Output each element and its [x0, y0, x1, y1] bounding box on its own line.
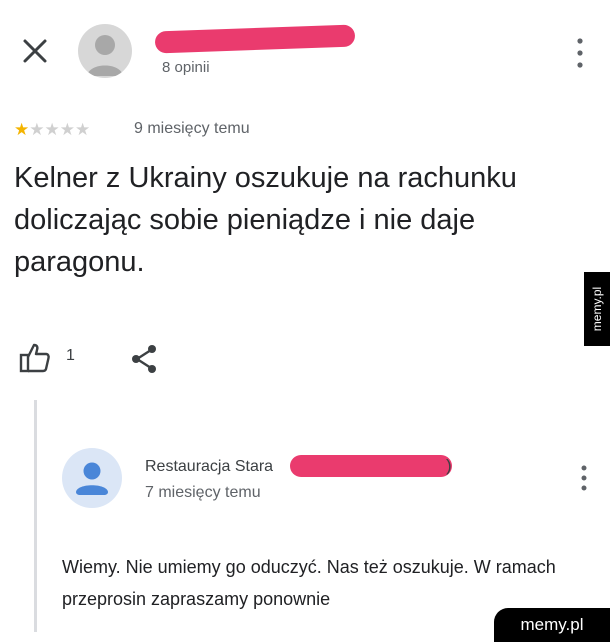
watermark-side-text: memy.pl: [590, 286, 605, 332]
star-empty-icon: ★: [75, 120, 91, 139]
share-button[interactable]: [128, 342, 160, 376]
watermark-side: memy.pl: [584, 272, 610, 346]
redacted-owner-name: [290, 455, 452, 477]
more-vert-icon: [577, 38, 583, 68]
avatar-icon: [76, 462, 108, 495]
owner-name-suffix: ): [446, 456, 452, 475]
close-button[interactable]: [18, 34, 52, 68]
star-filled-icon: ★: [14, 120, 30, 139]
reviewer-avatar[interactable]: [78, 24, 132, 78]
star-empty-icon: ★: [29, 120, 45, 139]
more-options-button[interactable]: [568, 33, 592, 73]
owner-reply-text: Wiemy. Nie umiemy go oduczyć. Nas też os…: [62, 557, 556, 609]
review-text: Kelner z Ukrainy oszukuje na rachunku do…: [14, 162, 517, 278]
avatar-icon: [87, 35, 123, 76]
owner-name: Restauracja Stara: [145, 458, 274, 475]
thumb-up-icon: [19, 343, 50, 373]
star-rating: ★★★★★: [14, 121, 90, 139]
more-vert-icon: [581, 465, 587, 491]
reviewer-reviews-count[interactable]: 8 opinii: [162, 59, 210, 76]
redacted-reviewer-name: [154, 24, 356, 54]
review-time: 9 miesięcy temu: [134, 120, 250, 137]
owner-reply-time: 7 miesięcy temu: [145, 484, 261, 501]
owner-avatar: [62, 448, 122, 508]
star-empty-icon: ★: [44, 120, 60, 139]
reply-more-options-button[interactable]: [573, 461, 595, 495]
like-button[interactable]: [18, 341, 52, 375]
watermark-bottom-text: memy.pl: [520, 615, 584, 634]
like-count: 1: [66, 347, 75, 364]
share-icon: [132, 345, 156, 373]
reply-indent-bar: [34, 400, 37, 632]
close-icon: [23, 39, 47, 63]
star-empty-icon: ★: [59, 120, 75, 139]
watermark-bottom: memy.pl: [494, 608, 610, 642]
